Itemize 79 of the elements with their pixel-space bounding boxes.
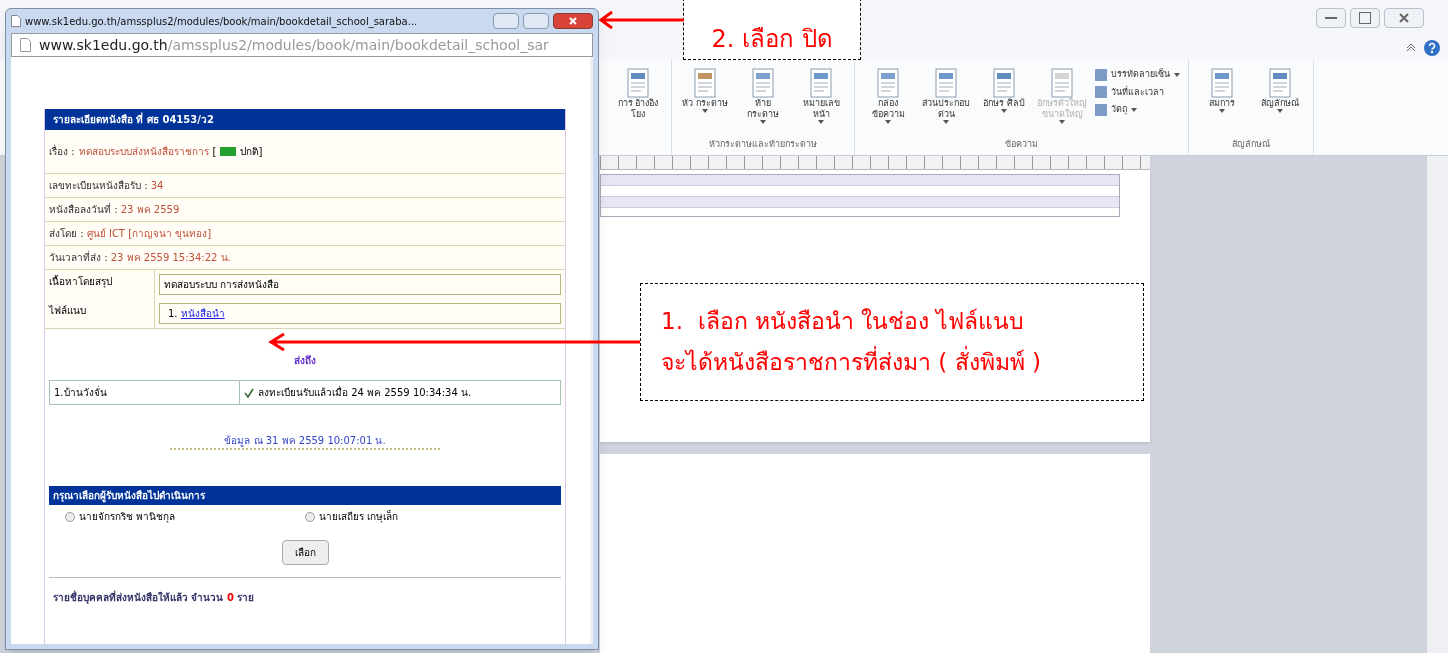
caret-icon <box>1277 109 1283 113</box>
attachment-field: 1. หนังสือนำ <box>159 303 561 324</box>
minimize-button[interactable] <box>1316 8 1346 28</box>
ribbon-button[interactable]: อักษร ศิลป์ <box>979 68 1029 138</box>
ribbon-button[interactable]: การ อ้างอิงโยง <box>613 68 663 155</box>
subject-row: เรื่อง : ทดสอบระบบส่งหนังสือราชการ [ ปกติ] <box>45 130 565 174</box>
document-icon <box>692 68 718 98</box>
radio-label: นายเสถียร เกษุเล็ก <box>319 509 399 524</box>
attachment-link[interactable]: หนังสือนำ <box>180 308 225 319</box>
field-label: ไฟล์แนบ <box>45 299 155 328</box>
detail-row: วันเวลาที่ส่ง : 23 พค 2559 15:34:22 น. <box>45 246 565 270</box>
caret-icon <box>1059 120 1065 124</box>
annotation-text: 2. เลือก ปิด <box>711 27 833 51</box>
address-text: www.sk1edu.go.th/amssplus2/modules/book/main/bookdetail_school_sar <box>39 35 549 55</box>
caret-icon <box>1219 109 1225 113</box>
document-icon <box>1049 68 1075 98</box>
ribbon-group-label: หัวกระดาษและท้ายกระดาษ <box>708 137 818 151</box>
document-icon <box>875 68 901 98</box>
document-icon <box>1209 68 1235 98</box>
ribbon-button[interactable]: สมการ <box>1197 68 1247 138</box>
annotation-text: จะได้หนังสือราชการที่ส่งมา ( สั่งพิมพ์ ) <box>661 348 1143 377</box>
close-button[interactable] <box>553 13 593 29</box>
recipient-count-text: รายชื่อบุคคลที่ส่งหนังสือให้แล้ว จำนวน 0 ราย <box>52 589 256 606</box>
document-icon <box>808 68 834 98</box>
maximize-button[interactable] <box>523 13 549 29</box>
page-icon <box>20 38 31 52</box>
caret-icon <box>1001 109 1007 113</box>
ribbon-button[interactable]: สัญลักษณ์ <box>1255 68 1305 138</box>
annotation-text: 1. เลือก หนังสือนำ ในช่อง ไฟล์แนบ <box>661 307 1026 336</box>
ribbon-group-label: สัญลักษณ์ <box>1231 137 1271 151</box>
document-icon <box>1267 68 1293 98</box>
document-icon <box>750 68 776 98</box>
document-icon <box>625 68 651 98</box>
ribbon-button[interactable]: หัว กระดาษ <box>680 68 730 138</box>
ribbon-small-button[interactable]: วันที่และเวลา <box>1095 85 1180 99</box>
section-header: กรุณาเลือกผู้รับหนังสือไปดำเนินการ <box>49 486 561 505</box>
scrollbar[interactable] <box>1426 156 1448 653</box>
data-timestamp: ข้อมูล ณ 31 พค 2559 10:07:01 น. <box>223 434 387 448</box>
caret-icon <box>943 120 949 124</box>
document-icon <box>991 68 1017 98</box>
close-icon <box>569 17 577 25</box>
caret-icon <box>885 120 891 124</box>
minimize-button[interactable] <box>493 13 519 29</box>
radio-button[interactable] <box>305 511 315 522</box>
ribbon-button[interactable]: กล่อง ข้อความ <box>863 68 913 138</box>
ribbon-small-button[interactable]: บรรทัดลายเซ็น <box>1095 68 1180 82</box>
detail-row: หนังสือลงวันที่ : 23 พค 2559 <box>45 198 565 222</box>
detail-row: ส่งโดย : ศูนย์ ICT [กาญจนา ขุนทอง] <box>45 222 565 246</box>
status-cell: ลงทะเบียนรับแล้วเมื่อ 24 พค 2559 10:34:34 น. <box>240 381 560 404</box>
caret-icon <box>818 120 824 124</box>
close-icon <box>1399 13 1409 23</box>
detail-row: เลขทะเบียนหนังสือรับ : 34 <box>45 174 565 198</box>
summary-field: ทดสอบระบบ การส่งหนังสือ <box>159 274 561 295</box>
page-icon <box>11 15 21 27</box>
ribbon-button[interactable]: ส่วนประกอบ ด่วน <box>921 68 971 138</box>
document-icon <box>933 68 959 98</box>
caret-icon <box>760 120 766 124</box>
maximize-button[interactable] <box>1350 8 1380 28</box>
caret-icon <box>1131 107 1137 112</box>
priority-badge-icon <box>220 147 237 156</box>
radio-button[interactable] <box>65 511 75 522</box>
radio-label: นายจักรกริช พานิชกุล <box>79 510 176 524</box>
ribbon-small-button[interactable]: วัตถุ <box>1095 103 1180 117</box>
select-button[interactable]: เลือก <box>281 540 329 565</box>
close-button[interactable] <box>1384 8 1424 28</box>
help-icon[interactable] <box>1424 40 1440 56</box>
caret-icon <box>1174 72 1180 77</box>
sent-to-title: ส่งถึง <box>293 354 317 368</box>
table-cell: 1.บ้านวังจั่น <box>50 381 240 404</box>
field-label: เนื้อหาโดยสรุป <box>45 270 155 299</box>
ribbon-group-label: ข้อความ <box>1004 137 1039 151</box>
checkmark-icon <box>244 387 254 398</box>
collapse-ribbon-icon[interactable] <box>1406 44 1416 52</box>
section-header: รายละเอียดหนังสือ ที่ ศธ 04153/ว2 <box>45 109 565 130</box>
address-bar[interactable]: www.sk1edu.go.th/amssplus2/modules/book/main/bookdetail_school_sar <box>11 33 593 57</box>
ribbon-button[interactable]: ท้าย กระดาษ <box>738 68 788 138</box>
window-title: www.sk1edu.go.th/amssplus2/modules/book/main/bookdetail_school_saraba... <box>25 14 419 29</box>
ribbon-button[interactable]: หมายเลข หน้า <box>796 68 846 138</box>
caret-icon <box>702 109 708 113</box>
